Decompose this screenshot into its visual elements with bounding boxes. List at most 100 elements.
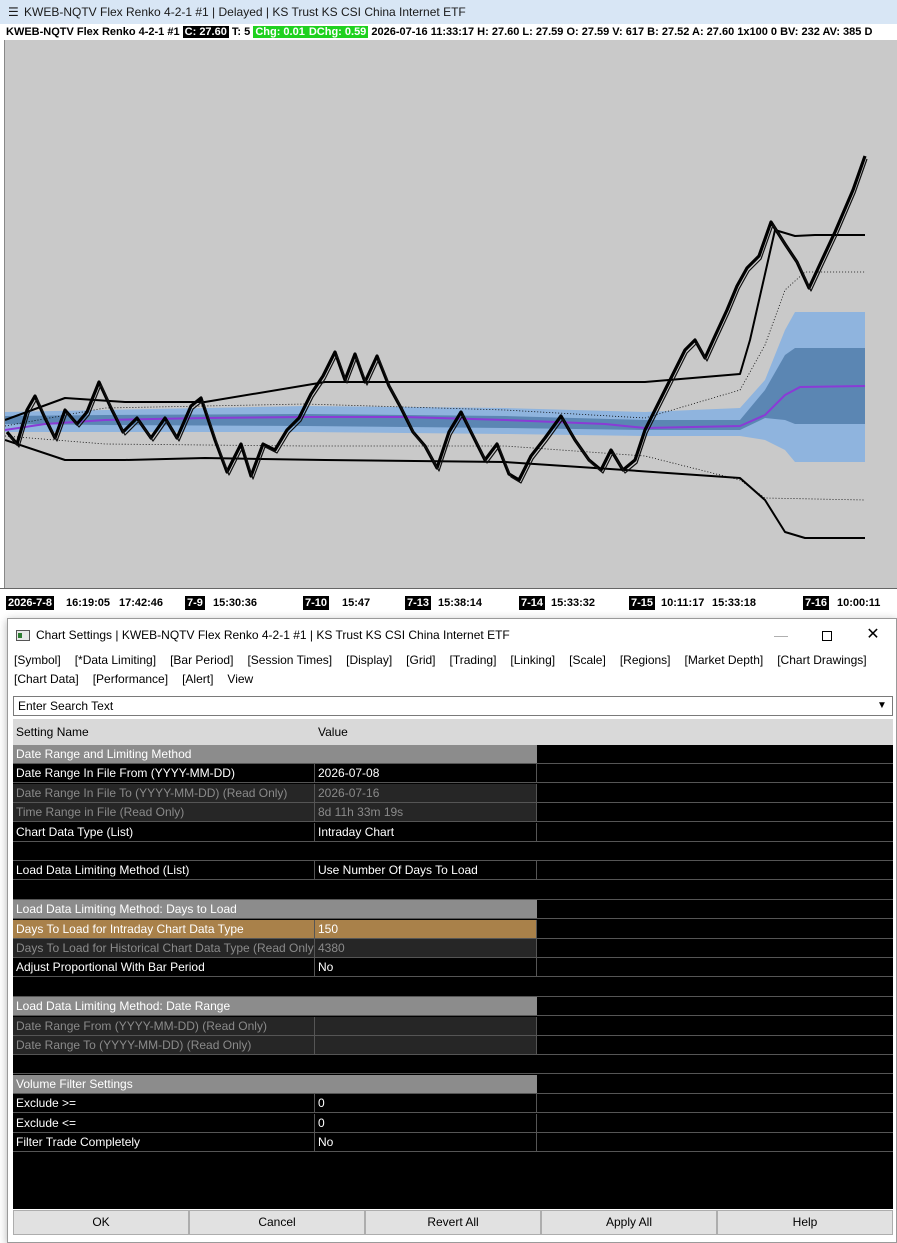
- setting-value[interactable]: 150: [315, 919, 537, 939]
- tab-trading[interactable]: [Trading]: [450, 651, 497, 670]
- maximize-button[interactable]: [804, 619, 850, 651]
- tab-bar-period[interactable]: [Bar Period]: [170, 651, 233, 670]
- settings-row: Date Range In File To (YYYY-MM-DD) (Read…: [13, 783, 893, 803]
- setting-name: Load Data Limiting Method (List): [13, 861, 315, 881]
- settings-row[interactable]: Exclude >= 0: [13, 1094, 893, 1114]
- setting-empty-cell: [537, 1016, 893, 1036]
- setting-value: 8d 11h 33m 19s: [315, 803, 537, 823]
- setting-value: [315, 842, 537, 861]
- tab-regions[interactable]: [Regions]: [620, 651, 671, 670]
- setting-value: [315, 1074, 537, 1094]
- time-axis-time-label: 10:11:17: [661, 597, 705, 609]
- setting-empty-cell: [537, 1133, 893, 1152]
- tab-display[interactable]: [Display]: [346, 651, 392, 670]
- chart-area[interactable]: [4, 40, 897, 588]
- tab-data-limiting[interactable]: [*Data Limiting]: [75, 651, 156, 670]
- help-button[interactable]: Help: [717, 1210, 893, 1235]
- setting-empty-cell: [537, 880, 893, 900]
- tab-chart-data[interactable]: [Chart Data]: [14, 670, 79, 689]
- setting-name: Time Range in File (Read Only): [13, 803, 315, 823]
- settings-spacer-row: [13, 977, 893, 997]
- chart-titlebar[interactable]: ☰ KWEB-NQTV Flex Renko 4-2-1 #1 | Delayed…: [0, 0, 897, 24]
- setting-name: [13, 842, 315, 861]
- price-chart[interactable]: [5, 40, 897, 588]
- settings-row[interactable]: Adjust Proportional With Bar Period No: [13, 958, 893, 978]
- setting-name: Load Data Limiting Method: Days to Load: [13, 900, 315, 920]
- setting-empty-cell: [537, 1055, 893, 1075]
- app-root: ☰ KWEB-NQTV Flex Renko 4-2-1 #1 | Delayed…: [0, 0, 897, 1243]
- tab-grid[interactable]: [Grid]: [406, 651, 435, 670]
- hamburger-menu-icon[interactable]: ☰: [8, 0, 19, 24]
- settings-spacer-row: [13, 880, 893, 900]
- cancel-button[interactable]: Cancel: [189, 1210, 365, 1235]
- setting-value[interactable]: 2026-07-08: [315, 764, 537, 784]
- tab-session-times[interactable]: [Session Times]: [247, 651, 332, 670]
- setting-value: [315, 880, 537, 900]
- settings-row[interactable]: Exclude <= 0: [13, 1113, 893, 1133]
- setting-name: Chart Data Type (List): [13, 822, 315, 842]
- header-t: T: 5: [231, 26, 251, 38]
- time-axis-date-label: 7-14: [519, 596, 546, 610]
- dialog-titlebar[interactable]: Chart Settings | KWEB-NQTV Flex Renko 4-…: [8, 619, 896, 651]
- setting-value: [315, 977, 537, 997]
- header-close: C: 27.60: [182, 26, 229, 38]
- apply-all-button[interactable]: Apply All: [541, 1210, 717, 1235]
- setting-name: Filter Trade Completely: [13, 1133, 315, 1152]
- settings-row: Days To Load for Historical Chart Data T…: [13, 939, 893, 958]
- setting-value: 2026-07-16: [315, 783, 537, 803]
- time-axis-date-label: 7-16: [803, 596, 830, 610]
- tab-alert[interactable]: [Alert]: [182, 670, 213, 689]
- header-chg: Chg: 0.01: [253, 26, 307, 38]
- dialog-title: Chart Settings | KWEB-NQTV Flex Renko 4-…: [36, 628, 510, 642]
- setting-empty-cell: [537, 822, 893, 842]
- ok-button[interactable]: OK: [13, 1210, 189, 1235]
- setting-name: Exclude <=: [13, 1113, 315, 1133]
- time-axis-time-label: 15:33:18: [712, 597, 757, 609]
- settings-row: Date Range From (YYYY-MM-DD) (Read Only): [13, 1016, 893, 1036]
- tab-performance[interactable]: [Performance]: [93, 670, 168, 689]
- settings-row[interactable]: Filter Trade Completely No: [13, 1133, 893, 1152]
- setting-name: Exclude >=: [13, 1094, 315, 1114]
- chart-settings-dialog: Chart Settings | KWEB-NQTV Flex Renko 4-…: [7, 618, 897, 1243]
- tab-market-depth[interactable]: [Market Depth]: [685, 651, 764, 670]
- tab-view[interactable]: View: [227, 670, 253, 689]
- search-placeholder: Enter Search Text: [18, 699, 114, 713]
- setting-name: Date Range To (YYYY-MM-DD) (Read Only): [13, 1036, 315, 1055]
- settings-row[interactable]: Chart Data Type (List) Intraday Chart: [13, 822, 893, 842]
- setting-name: [13, 880, 315, 900]
- tab-linking[interactable]: [Linking]: [510, 651, 555, 670]
- setting-empty-cell: [537, 958, 893, 978]
- tab-symbol[interactable]: [Symbol]: [14, 651, 61, 670]
- setting-name: Adjust Proportional With Bar Period: [13, 958, 315, 978]
- setting-empty-cell: [537, 900, 893, 920]
- revert-all-button[interactable]: Revert All: [365, 1210, 541, 1235]
- setting-value[interactable]: Intraday Chart: [315, 822, 537, 842]
- setting-value[interactable]: No: [315, 1133, 537, 1152]
- settings-row[interactable]: Days To Load for Intraday Chart Data Typ…: [13, 919, 893, 939]
- upper-envelope-line: [5, 229, 865, 421]
- header-dchg: DChg: 0.59: [306, 26, 369, 38]
- setting-value[interactable]: 0: [315, 1094, 537, 1114]
- search-dropdown-icon[interactable]: ▼: [874, 698, 890, 714]
- settings-row[interactable]: Load Data Limiting Method (List) Use Numb…: [13, 861, 893, 881]
- tab-scale[interactable]: [Scale]: [569, 651, 606, 670]
- setting-value: [315, 1055, 537, 1075]
- time-axis-time-label: 16:19:05: [66, 597, 111, 609]
- minimize-button[interactable]: —: [758, 619, 804, 651]
- setting-empty-cell: [537, 997, 893, 1017]
- tab-chart-drawings[interactable]: [Chart Drawings]: [777, 651, 866, 670]
- settings-row[interactable]: Date Range In File From (YYYY-MM-DD) 2026…: [13, 764, 893, 784]
- chart-window-title: KWEB-NQTV Flex Renko 4-2-1 #1 | Delayed …: [24, 5, 466, 19]
- setting-empty-cell: [537, 861, 893, 881]
- header-details: 2026-07-16 11:33:17 H: 27.60 L: 27.59 O:…: [371, 26, 873, 38]
- volatility-band-outer: [5, 312, 865, 462]
- maximize-icon: [822, 631, 832, 642]
- setting-value[interactable]: No: [315, 958, 537, 978]
- setting-value[interactable]: 0: [315, 1113, 537, 1133]
- close-button[interactable]: ✕: [850, 619, 896, 651]
- setting-value[interactable]: Use Number Of Days To Load: [315, 861, 537, 881]
- setting-name: [13, 977, 315, 997]
- search-input[interactable]: Enter Search Text ▼: [13, 696, 893, 716]
- settings-section-row: Volume Filter Settings: [13, 1074, 893, 1094]
- setting-name: Volume Filter Settings: [13, 1074, 315, 1094]
